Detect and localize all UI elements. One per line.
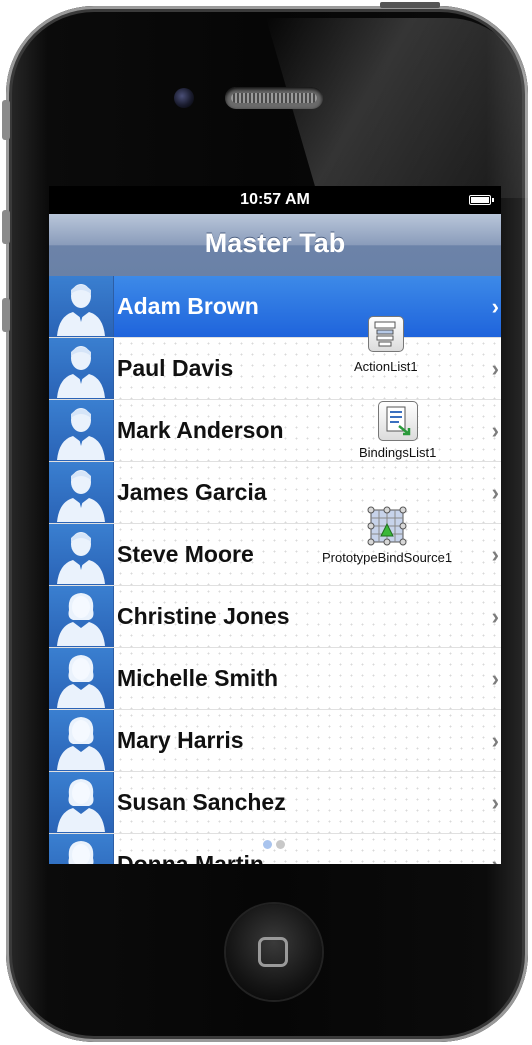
bind-source-component[interactable]: PrototypeBindSource1	[322, 504, 452, 565]
chevron-right-icon: ›	[491, 542, 499, 567]
chevron-right-icon: ›	[491, 294, 499, 319]
female-avatar-icon	[49, 772, 114, 833]
chevron-right-icon: ›	[492, 852, 499, 864]
female-avatar-icon	[49, 586, 114, 647]
contact-name: James Garcia	[117, 479, 267, 505]
contact-row[interactable]: Mary Harris ›	[49, 710, 501, 772]
page-dot	[276, 840, 285, 849]
chevron-right-icon: ›	[491, 666, 499, 691]
phone-screen: 10:57 AM Master Tab Adam Brown › Paul Davi…	[49, 186, 501, 864]
contact-name: Mary Harris	[117, 727, 244, 753]
bindings-list-icon	[377, 401, 418, 441]
chevron-right-icon: ›	[491, 790, 499, 815]
contact-row[interactable]: Susan Sanchez ›	[49, 772, 501, 834]
volume-up-button[interactable]	[2, 210, 10, 244]
male-avatar-icon	[49, 524, 114, 585]
bind-source-icon	[365, 504, 409, 548]
page-dot-active	[263, 840, 272, 849]
male-avatar-icon	[49, 462, 114, 523]
bindings-list-component[interactable]: BindingsList1	[359, 401, 436, 460]
volume-down-button[interactable]	[2, 298, 10, 332]
contact-name: Paul Davis	[117, 355, 234, 381]
battery-icon	[469, 195, 494, 205]
action-list-label: ActionList1	[354, 359, 418, 374]
bindings-list-label: BindingsList1	[359, 445, 437, 460]
contact-name: Adam Brown	[117, 293, 259, 319]
contact-name: Christine Jones	[117, 603, 290, 629]
chevron-right-icon: ›	[491, 604, 499, 629]
contact-name: Susan Sanchez	[117, 789, 286, 815]
mute-switch[interactable]	[2, 100, 10, 140]
contact-row[interactable]: Adam Brown ›	[49, 276, 501, 338]
page-indicator[interactable]	[263, 836, 289, 854]
contact-name: Mark Anderson	[117, 417, 284, 443]
sleep-button[interactable]	[380, 2, 440, 8]
contact-row[interactable]: Michelle Smith ›	[49, 648, 501, 710]
female-avatar-icon	[49, 648, 114, 709]
action-list-icon	[367, 316, 404, 352]
home-button-icon	[258, 937, 288, 967]
status-bar: 10:57 AM	[49, 186, 501, 214]
contact-list: Adam Brown › Paul Davis › Mark Anderson › Jame…	[49, 276, 501, 864]
contact-name: Donna Martin	[117, 851, 264, 864]
male-avatar-icon	[49, 400, 114, 461]
contact-row[interactable]: Paul Davis ›	[49, 338, 501, 400]
male-avatar-icon	[49, 338, 114, 399]
contact-row[interactable]: Christine Jones ›	[49, 586, 501, 648]
nav-title: Master Tab	[204, 228, 346, 258]
female-avatar-icon	[49, 834, 114, 864]
bind-source-label: PrototypeBindSource1	[322, 550, 453, 565]
chevron-right-icon: ›	[491, 356, 499, 381]
chevron-right-icon: ›	[491, 728, 499, 753]
front-camera	[174, 88, 194, 108]
status-time: 10:57 AM	[240, 191, 310, 208]
contact-name: Michelle Smith	[117, 665, 279, 691]
male-avatar-icon	[49, 276, 114, 337]
chevron-right-icon: ›	[491, 480, 499, 505]
female-avatar-icon	[49, 710, 114, 771]
contact-name: Steve Moore	[117, 541, 254, 567]
chevron-right-icon: ›	[491, 418, 499, 443]
navigation-bar: Master Tab	[49, 214, 501, 277]
action-list-component[interactable]: ActionList1	[354, 316, 418, 374]
earpiece-speaker	[225, 87, 323, 109]
